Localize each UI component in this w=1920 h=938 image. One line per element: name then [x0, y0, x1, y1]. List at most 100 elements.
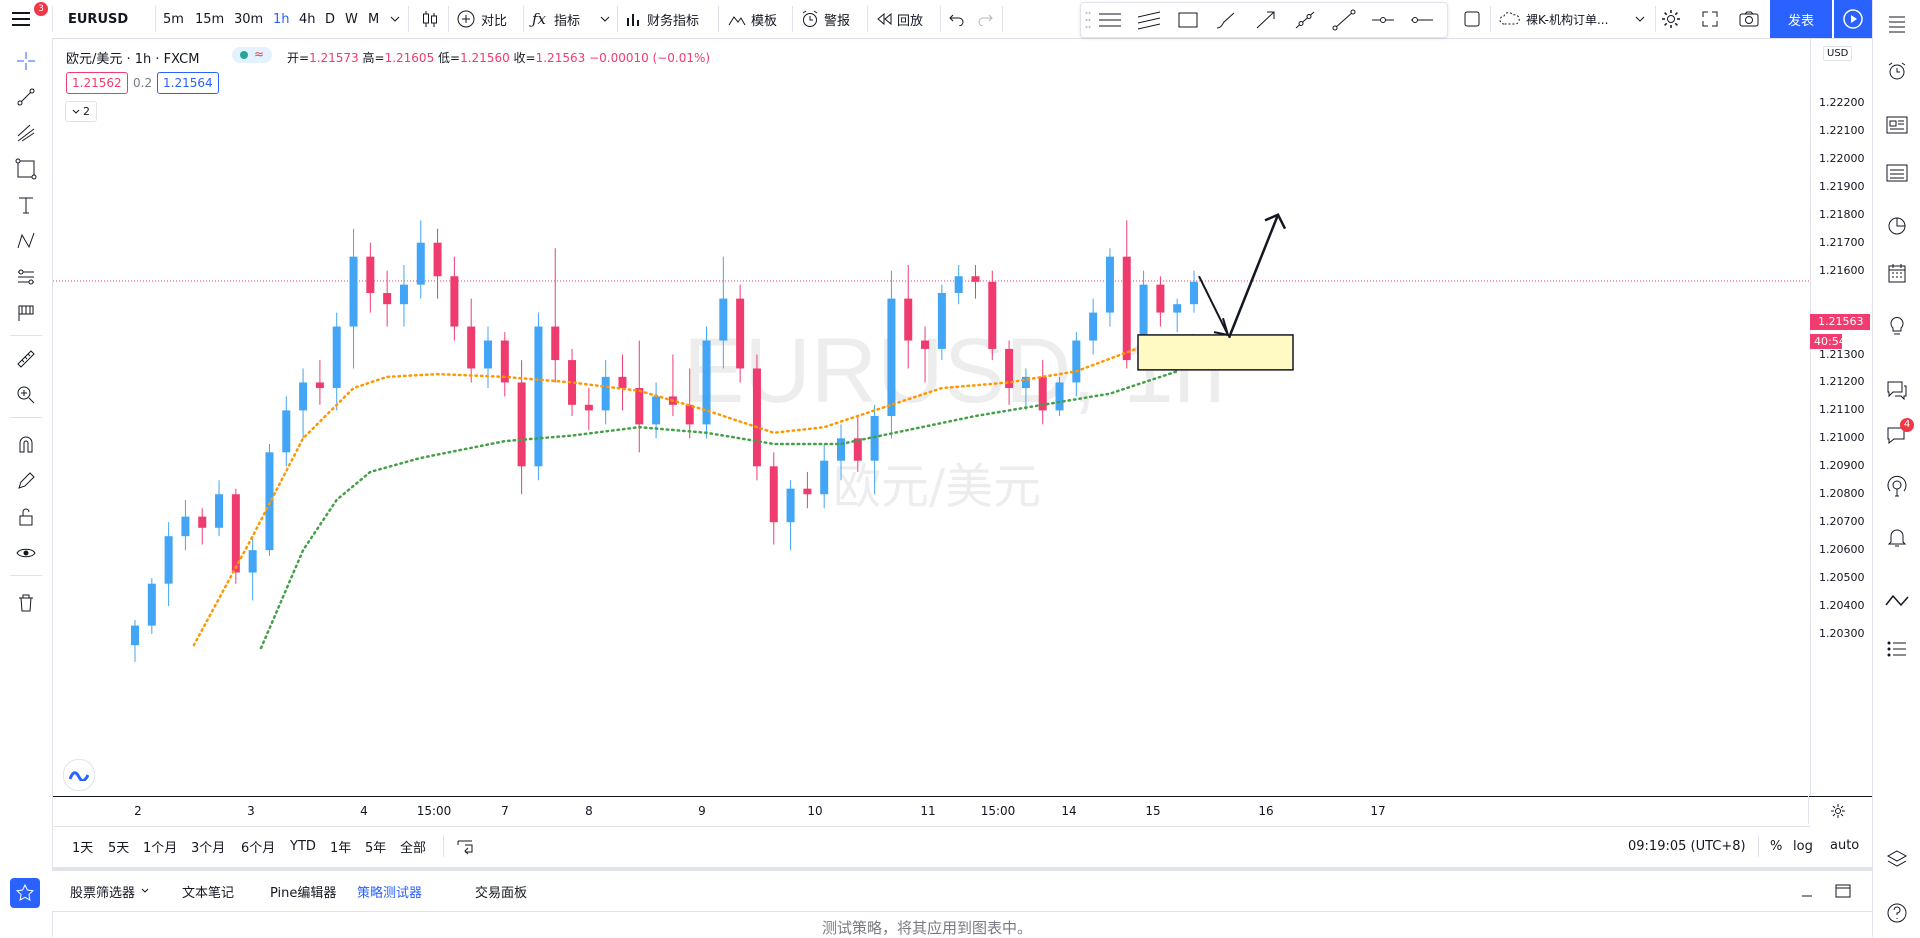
undo-button[interactable] [948, 0, 966, 38]
ray-tool-icon[interactable] [1292, 9, 1318, 31]
currency-label[interactable]: USD [1823, 46, 1853, 61]
range-3m[interactable]: 3个月 [191, 827, 225, 865]
range-all[interactable]: 全部 [400, 827, 426, 865]
redo-button[interactable] [976, 0, 994, 38]
screenshot-button[interactable] [1738, 0, 1760, 38]
range-5y[interactable]: 5年 [365, 827, 386, 865]
prediction-tool[interactable] [13, 264, 39, 290]
layout-button[interactable]: 裸K-机构订单... [1498, 0, 1608, 38]
pattern-tool[interactable] [13, 228, 39, 254]
replay-button[interactable]: 回放 [875, 0, 923, 38]
notifications-button[interactable]: 4 [1884, 418, 1914, 448]
drag-handle-icon[interactable] [1085, 11, 1091, 29]
rectangle-tool-icon[interactable] [1175, 9, 1201, 31]
text-tool[interactable] [13, 192, 39, 218]
financials-button[interactable]: 财务指标 [625, 0, 699, 38]
compare-button[interactable]: 对比 [456, 0, 507, 38]
zoom-tool[interactable] [13, 382, 39, 408]
magnet-tool[interactable] [13, 432, 39, 458]
market-status[interactable]: ≈ [232, 47, 272, 63]
chats-button[interactable] [1884, 376, 1910, 402]
layers-button[interactable] [1884, 846, 1910, 872]
measure-tool[interactable] [13, 346, 39, 372]
tab-stock-screener[interactable]: 股票筛选器 [70, 871, 149, 911]
chart-pane[interactable]: EURUSD, 1h 欧元/美元 [53, 39, 1810, 796]
price-axis[interactable]: USD 1.22200 1.22100 1.22000 1.21900 1.21800 1… [1810, 38, 1873, 796]
shapes-tool[interactable] [13, 156, 39, 182]
clock-time[interactable]: 09:19:05 (UTC+8) [1628, 827, 1746, 865]
symbol-search-button[interactable]: EURUSD [68, 0, 128, 38]
watchlist-button[interactable] [1884, 10, 1910, 36]
publish-button[interactable]: 发表 [1770, 0, 1832, 38]
bell-button[interactable] [1884, 524, 1910, 550]
range-5d[interactable]: 5天 [108, 827, 129, 865]
axis-settings-button[interactable] [1830, 803, 1846, 819]
hotlists-button[interactable] [1884, 212, 1910, 238]
favorites-button[interactable] [10, 878, 40, 908]
object-tree-button[interactable] [1884, 636, 1910, 662]
crosshair-tool[interactable] [13, 48, 39, 74]
range-6m[interactable]: 6个月 [241, 827, 275, 865]
indicators-collapse-button[interactable]: 2 [65, 101, 97, 122]
interval-d[interactable]: D [325, 0, 335, 38]
help-button[interactable] [1884, 900, 1910, 926]
fullscreen-button[interactable] [1700, 0, 1720, 38]
brush-tool-icon[interactable] [1214, 9, 1240, 31]
chart-type-button[interactable] [420, 0, 440, 38]
arrow-tool-icon[interactable] [1253, 9, 1279, 31]
interval-dropdown[interactable] [390, 0, 400, 38]
range-1y[interactable]: 1年 [330, 827, 351, 865]
maximize-panel-button[interactable] [1835, 871, 1851, 911]
strategy-panel-button[interactable] [1884, 588, 1910, 614]
horizontal-lines-tool-icon[interactable] [1097, 9, 1123, 31]
tab-text-notes[interactable]: 文本笔记 [182, 871, 234, 911]
interval-30m[interactable]: 30m [234, 0, 263, 38]
streams-button[interactable] [1884, 474, 1910, 500]
range-1m[interactable]: 1个月 [143, 827, 177, 865]
minimize-panel-button[interactable] [1800, 871, 1814, 911]
select-tool-button[interactable] [1462, 0, 1482, 38]
interval-15m[interactable]: 15m [195, 0, 224, 38]
interval-5m[interactable]: 5m [163, 0, 184, 38]
remove-drawings[interactable] [13, 590, 39, 616]
tab-strategy-tester[interactable]: 策略测试器 [357, 871, 422, 911]
interval-4h[interactable]: 4h [299, 0, 316, 38]
tradingview-logo[interactable] [63, 759, 95, 791]
templates-button[interactable]: 模板 [727, 0, 777, 38]
goto-date-button[interactable] [456, 827, 474, 865]
percent-toggle[interactable]: % [1770, 827, 1782, 865]
alert-button[interactable]: 警报 [800, 0, 850, 38]
news-button[interactable] [1884, 112, 1910, 138]
trend-line-tool-icon[interactable] [1331, 9, 1357, 31]
hide-drawings[interactable] [13, 540, 39, 566]
data-window-button[interactable] [1884, 160, 1910, 186]
ideas-button[interactable] [1884, 312, 1910, 338]
tab-pine-editor[interactable]: Pine编辑器 [270, 871, 336, 911]
tab-trading-panel[interactable]: 交易面板 [475, 871, 527, 911]
layout-dropdown[interactable] [1635, 0, 1645, 38]
range-ytd[interactable]: YTD [290, 827, 316, 865]
range-1d[interactable]: 1天 [72, 827, 93, 865]
settings-button[interactable] [1660, 0, 1682, 38]
icons-tool[interactable] [13, 300, 39, 326]
trend-line-tool[interactable] [13, 84, 39, 110]
stay-in-drawing-mode[interactable] [13, 468, 39, 494]
alerts-button[interactable] [1884, 58, 1910, 84]
main-menu-button[interactable]: 3 [10, 0, 48, 38]
indicators-button[interactable]: ƒx 指标 [532, 0, 580, 38]
sell-price-button[interactable]: 1.21562 [66, 72, 128, 94]
indicators-dropdown[interactable] [600, 0, 610, 38]
interval-1h[interactable]: 1h [273, 0, 290, 38]
fib-channel-tool-icon[interactable] [1136, 9, 1162, 31]
auto-toggle[interactable]: auto [1830, 826, 1859, 864]
buy-price-button[interactable]: 1.21564 [157, 72, 219, 94]
lock-drawings[interactable] [13, 504, 39, 530]
horizontal-ray-tool-icon[interactable] [1370, 9, 1396, 31]
interval-w[interactable]: W [345, 0, 358, 38]
calendar-button[interactable] [1884, 260, 1910, 286]
horizontal-line-tool-icon[interactable] [1409, 9, 1435, 31]
symbol-legend-name[interactable]: 欧元/美元 · 1h · FXCM [66, 48, 199, 67]
log-toggle[interactable]: log [1793, 827, 1813, 865]
pitchfork-tool[interactable] [13, 120, 39, 146]
interval-m[interactable]: M [368, 0, 379, 38]
